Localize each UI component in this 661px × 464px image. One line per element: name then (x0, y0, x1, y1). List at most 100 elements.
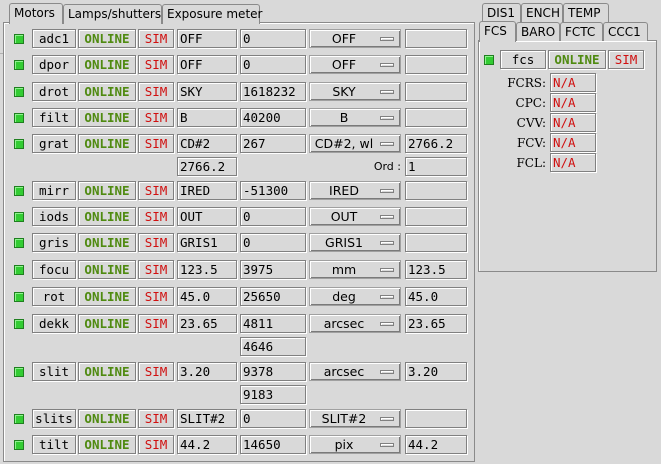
motor-name-button[interactable]: dpor (32, 55, 76, 74)
option-menu-indicator-icon (380, 443, 394, 447)
motor-name-button[interactable]: gris (32, 233, 76, 252)
motor-position-field-2: 2766.2 (177, 157, 237, 176)
fcs-name: fcs (500, 50, 546, 69)
motor-name-button[interactable]: slit (32, 362, 76, 381)
option-menu-indicator-icon (380, 295, 394, 299)
motor-position-field: 40200 (240, 108, 306, 127)
ord-entry-field[interactable]: 1 (405, 157, 467, 176)
motor-name-button[interactable]: filt (32, 108, 76, 127)
motor-position-field-2: 9183 (240, 385, 306, 404)
motor-name-button[interactable]: mirr (32, 181, 76, 200)
motor-entry-field[interactable]: 3.20 (405, 362, 467, 381)
motor-target-menu[interactable]: B (309, 108, 401, 127)
motor-entry-field[interactable]: 45.0 (405, 287, 467, 306)
motor-target-menu[interactable]: SLIT#2 (309, 409, 401, 428)
status-led (14, 292, 24, 302)
tab-motors[interactable]: Motors (9, 3, 63, 24)
motor-entry-field[interactable] (405, 409, 467, 428)
menu-label: OFF (331, 57, 357, 72)
motor-entry-field[interactable] (405, 233, 467, 252)
option-menu-indicator-icon (380, 322, 394, 326)
motor-entry-field[interactable] (405, 82, 467, 101)
motor-position-field: 1618232 (240, 82, 306, 101)
motor-value-field: OFF (177, 29, 237, 48)
fcs-sim-status: SIM (608, 50, 644, 69)
motor-target-menu[interactable]: IRED (309, 181, 401, 200)
motor-target-menu[interactable]: arcsec (309, 362, 401, 381)
motor-position-field: 267 (240, 134, 306, 153)
motor-name-button[interactable]: drot (32, 82, 76, 101)
motor-entry-field[interactable]: 123.5 (405, 260, 467, 279)
motor-name-button[interactable]: iods (32, 207, 76, 226)
motor-name-button[interactable]: focu (32, 260, 76, 279)
tab-lamps-shutters[interactable]: Lamps/shutters (63, 4, 162, 24)
motor-value-field: 44.2 (177, 435, 237, 454)
motor-entry-field[interactable] (405, 29, 467, 48)
motor-target-menu[interactable]: arcsec (309, 314, 401, 333)
sim-status: SIM (138, 260, 174, 279)
tab-ench[interactable]: ENCH (521, 3, 563, 22)
tab-fcs[interactable]: FCS (479, 21, 516, 42)
motor-value-field: OUT (177, 207, 237, 226)
motor-value-field: 123.5 (177, 260, 237, 279)
motor-name-button[interactable]: adc1 (32, 29, 76, 48)
motor-value-field: 45.0 (177, 287, 237, 306)
menu-label: pix (334, 437, 354, 452)
motor-name-button[interactable]: rot (32, 287, 76, 306)
online-status: ONLINE (78, 55, 136, 74)
motor-target-menu[interactable]: OFF (309, 55, 401, 74)
online-status: ONLINE (78, 409, 136, 428)
motor-target-menu[interactable]: deg (309, 287, 401, 306)
motor-entry-field[interactable] (405, 55, 467, 74)
option-menu-indicator-icon (380, 268, 394, 272)
tab-dis1[interactable]: DIS1 (482, 3, 521, 22)
online-status: ONLINE (78, 29, 136, 48)
motor-entry-field[interactable]: 44.2 (405, 435, 467, 454)
motor-target-menu[interactable]: GRIS1 (309, 233, 401, 252)
fcs-readout-value: N/A (550, 93, 596, 112)
sim-status: SIM (138, 55, 174, 74)
tab-fctc[interactable]: FCTC (560, 22, 603, 41)
tab-baro[interactable]: BARO (516, 22, 560, 41)
motor-value-field: SKY (177, 82, 237, 101)
motor-target-menu[interactable]: pix (309, 435, 401, 454)
motor-position-field: 0 (240, 207, 306, 226)
option-menu-indicator-icon (380, 90, 394, 94)
motor-target-menu[interactable]: CD#2, wl (309, 134, 401, 153)
fcs-readout-value: N/A (550, 153, 596, 172)
motor-target-menu[interactable]: mm (309, 260, 401, 279)
motor-entry-field[interactable] (405, 108, 467, 127)
option-menu-indicator-icon (380, 241, 394, 245)
motor-entry-field[interactable] (405, 207, 467, 226)
motor-entry-field[interactable]: 2766.2 (405, 134, 467, 153)
motor-value-field: B (177, 108, 237, 127)
motor-value-field: OFF (177, 55, 237, 74)
motor-name-button[interactable]: tilt (32, 435, 76, 454)
motor-entry-field[interactable] (405, 181, 467, 200)
menu-label: arcsec (323, 316, 365, 331)
sim-status: SIM (138, 181, 174, 200)
online-status: ONLINE (78, 260, 136, 279)
motor-name-button[interactable]: slits (32, 409, 76, 428)
tab-exposure-meter[interactable]: Exposure meter (162, 4, 262, 24)
status-led (14, 186, 24, 196)
motor-target-menu[interactable]: SKY (309, 82, 401, 101)
motor-target-menu[interactable]: OUT (309, 207, 401, 226)
option-menu-indicator-icon (380, 370, 394, 374)
motor-target-menu[interactable]: OFF (309, 29, 401, 48)
tab-temp[interactable]: TEMP (563, 3, 609, 22)
motor-position-field: 25650 (240, 287, 306, 306)
motor-name-button[interactable]: dekk (32, 314, 76, 333)
sim-status: SIM (138, 207, 174, 226)
motor-name-button[interactable]: grat (32, 134, 76, 153)
motor-entry-field[interactable]: 23.65 (405, 314, 467, 333)
menu-label: B (339, 110, 349, 125)
sim-status: SIM (138, 108, 174, 127)
menu-label: GRIS1 (325, 235, 363, 250)
motor-position-field: 0 (240, 233, 306, 252)
tab-ccc1[interactable]: CCC1 (603, 22, 648, 41)
fcs-readout-label: FCV: (516, 136, 546, 150)
sim-status: SIM (138, 29, 174, 48)
motor-position-field: 9378 (240, 362, 306, 381)
online-status: ONLINE (78, 233, 136, 252)
